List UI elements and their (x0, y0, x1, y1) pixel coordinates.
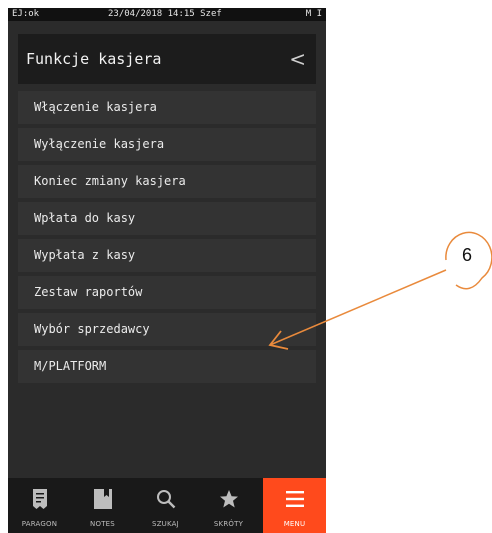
annotation-arrowhead (268, 330, 289, 350)
annotation-number: 6 (462, 245, 473, 265)
annotation-overlay (268, 231, 492, 350)
annotation-arrow-line (269, 269, 447, 346)
